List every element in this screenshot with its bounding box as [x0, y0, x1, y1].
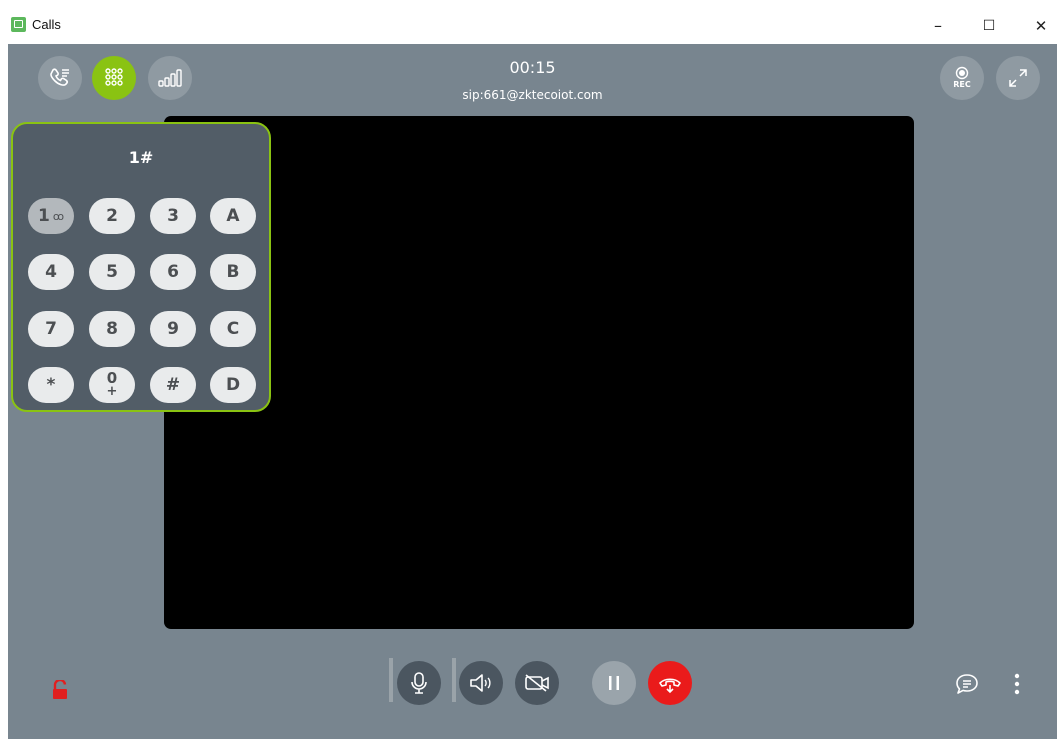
dialpad-key-6[interactable]: 6 [150, 254, 196, 290]
dialpad-key-5[interactable]: 5 [89, 254, 135, 290]
microphone-icon [411, 672, 427, 694]
dialpad-key-0[interactable]: 0 + [89, 367, 135, 403]
record-button[interactable]: REC [940, 56, 984, 100]
window-title: Calls [32, 17, 61, 32]
calls-window: Calls – ☐ ✕ 00:15 sip:661@zktecoiot.com … [0, 0, 1061, 745]
sip-address: sip:661@zktecoiot.com [462, 88, 603, 102]
mute-mic-button[interactable] [397, 661, 441, 705]
dialpad-display: 1# [128, 148, 154, 167]
more-vertical-icon [1014, 673, 1020, 695]
call-stage: 00:15 sip:661@zktecoiot.com REC 1# 1 ꝏ 2… [8, 44, 1057, 739]
dialpad-key-c[interactable]: C [210, 311, 256, 347]
dialpad-key-1[interactable]: 1 ꝏ [28, 198, 74, 234]
record-icon [955, 66, 969, 80]
dialpad-key-d[interactable]: D [210, 367, 256, 403]
camera-off-icon [525, 674, 549, 692]
dialpad-key-7[interactable]: 7 [28, 311, 74, 347]
dialpad-panel: 1# 1 ꝏ 2 3 A 4 5 6 B 7 8 9 C * 0 + # D [11, 122, 271, 412]
more-options-button[interactable] [1010, 672, 1024, 700]
call-duration: 00:15 [509, 58, 556, 77]
pause-icon [609, 676, 619, 690]
minimize-button[interactable]: – [918, 12, 958, 40]
dialpad-key-b[interactable]: B [210, 254, 256, 290]
fullscreen-button[interactable] [996, 56, 1040, 100]
dialpad-key-4[interactable]: 4 [28, 254, 74, 290]
control-separator [389, 658, 393, 702]
hangup-phone-icon [659, 678, 681, 694]
dialpad-key-3[interactable]: 3 [150, 198, 196, 234]
hangup-button[interactable] [648, 661, 692, 705]
record-label: REC [953, 80, 971, 89]
control-separator [452, 658, 456, 702]
maximize-button[interactable]: ☐ [969, 12, 1009, 40]
dialpad-key-a[interactable]: A [210, 198, 256, 234]
speaker-button[interactable] [459, 661, 503, 705]
close-button[interactable]: ✕ [1021, 12, 1061, 40]
window-border [0, 739, 1061, 745]
unlocked-lock-icon [53, 678, 67, 699]
dialpad-key-9[interactable]: 9 [150, 311, 196, 347]
title-bar: Calls – ☐ ✕ [0, 0, 1061, 44]
remote-video [164, 116, 914, 629]
hold-button[interactable] [592, 661, 636, 705]
speaker-icon [470, 674, 491, 692]
dialpad-key-hash[interactable]: # [150, 367, 196, 403]
app-icon [11, 17, 26, 32]
chat-button[interactable] [954, 672, 980, 700]
dialpad-key-star[interactable]: * [28, 367, 74, 403]
unlock-door-button[interactable] [52, 678, 68, 704]
dialpad-key-8[interactable]: 8 [89, 311, 135, 347]
expand-icon [1009, 69, 1027, 87]
dialpad-key-2[interactable]: 2 [89, 198, 135, 234]
voicemail-icon: ꝏ [52, 209, 65, 223]
camera-toggle-button[interactable] [515, 661, 559, 705]
chat-bubble-icon [956, 674, 978, 694]
